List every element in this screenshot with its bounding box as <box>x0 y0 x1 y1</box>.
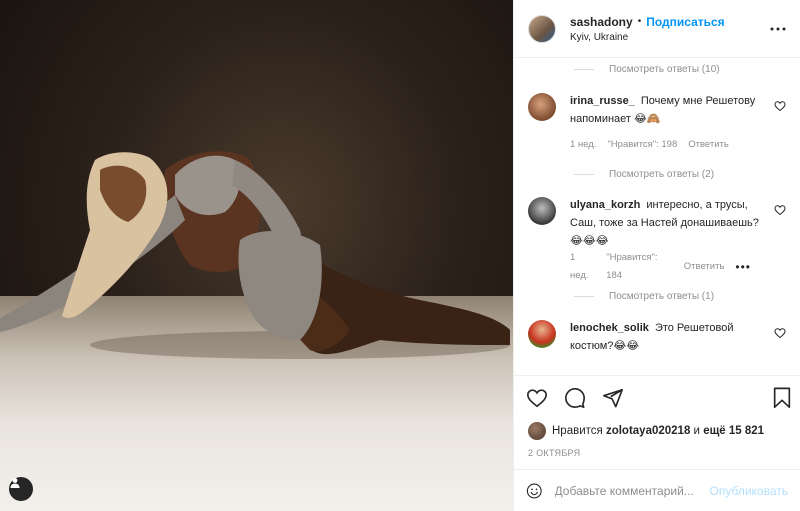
comment-item: irina_russe_ Почему мне Решетову напомин… <box>528 92 786 152</box>
add-comment-bar: Опубликовать <box>514 469 800 511</box>
comment-time[interactable]: 1 нед. <box>570 136 596 154</box>
post-actions <box>514 375 800 419</box>
view-replies-label: Посмотреть ответы (10) <box>609 64 720 75</box>
likes-count[interactable]: ещё 15 821 <box>703 425 764 437</box>
more-options-icon[interactable] <box>768 19 788 39</box>
emoji-icon[interactable] <box>526 480 543 502</box>
comment-body: ulyana_korzh интересно, а трусы, Саш, то… <box>570 196 786 281</box>
comment-like-heart-icon[interactable] <box>774 204 786 216</box>
heart-icon <box>527 388 547 407</box>
instagram-post: sashadony • Подписаться Kyiv, Ukraine По… <box>0 0 800 511</box>
user-tag-button[interactable] <box>9 477 33 501</box>
likes-summary: Нравится zolotaya020218 и ещё 15 821 <box>514 419 800 443</box>
likes-and: и <box>693 425 700 437</box>
comment-meta: 1 нед. "Нравится": 198 Ответить <box>570 138 762 152</box>
comment-meta: 1 нед. "Нравится": 184 Ответить ••• <box>570 252 762 281</box>
view-replies-label: Посмотреть ответы (2) <box>609 169 715 180</box>
comment-like-heart-icon[interactable] <box>774 327 786 339</box>
likes-prefix: Нравится <box>552 425 603 437</box>
author-username[interactable]: sashadony <box>570 15 633 29</box>
author-avatar[interactable] <box>528 14 556 43</box>
comment-button[interactable] <box>564 383 594 413</box>
user-icon <box>10 478 20 488</box>
post-location[interactable]: Kyiv, Ukraine <box>570 32 768 43</box>
replies-line <box>574 69 594 70</box>
comment-likes[interactable]: "Нравится": 198 <box>607 136 677 154</box>
bookmark-icon <box>773 387 791 408</box>
replies-line <box>574 296 594 297</box>
comment-bubble-icon <box>565 387 585 408</box>
publish-button[interactable]: Опубликовать <box>710 484 788 498</box>
save-button[interactable] <box>762 383 792 413</box>
view-replies-link[interactable]: Посмотреть ответы (2) <box>528 164 786 185</box>
follow-button[interactable]: Подписаться <box>646 15 724 29</box>
header-separator: • <box>637 16 642 27</box>
view-replies-link[interactable]: Посмотреть ответы (10) <box>528 59 786 80</box>
author-info: sashadony • Подписаться Kyiv, Ukraine <box>570 15 768 43</box>
post-photo[interactable] <box>0 0 513 511</box>
comment-likes[interactable]: "Нравится": 184 <box>606 249 673 285</box>
liker-username[interactable]: zolotaya020218 <box>606 425 690 437</box>
comment-username[interactable]: irina_russe_ <box>570 95 635 107</box>
commenter-avatar[interactable] <box>528 93 556 121</box>
comment-options-icon[interactable]: ••• <box>735 258 751 276</box>
comment-time[interactable]: 1 нед. <box>570 249 595 285</box>
post-side-panel: sashadony • Подписаться Kyiv, Ukraine По… <box>513 0 800 511</box>
view-replies-link[interactable]: Посмотреть ответы (1) <box>528 286 786 307</box>
reply-button[interactable]: Ответить <box>684 258 725 276</box>
comment-body: lenochek_solik Это Решетовой костюм?😂😂 <box>570 319 786 355</box>
view-replies-label: Посмотреть ответы (1) <box>609 291 715 302</box>
model-figure <box>0 151 510 359</box>
reply-button[interactable]: Ответить <box>688 136 729 154</box>
share-button[interactable] <box>602 383 632 413</box>
comment-item: ulyana_korzh интересно, а трусы, Саш, то… <box>528 196 786 281</box>
comment-like-heart-icon[interactable] <box>774 100 786 112</box>
paper-plane-icon <box>603 388 623 408</box>
commenter-avatar[interactable] <box>528 320 556 348</box>
comment-username[interactable]: lenochek_solik <box>570 322 649 334</box>
post-header: sashadony • Подписаться Kyiv, Ukraine <box>514 0 800 58</box>
comment-username[interactable]: ulyana_korzh <box>570 199 640 211</box>
like-button[interactable] <box>526 383 556 413</box>
replies-line <box>574 174 594 175</box>
commenter-avatar[interactable] <box>528 197 556 225</box>
comment-input[interactable] <box>554 483 710 498</box>
comments-list[interactable]: Посмотреть ответы (10) irina_russe_ Поче… <box>514 58 800 375</box>
liker-avatar[interactable] <box>528 422 546 440</box>
post-date[interactable]: 2 ОКТЯБРЯ <box>514 443 800 469</box>
comment-body: irina_russe_ Почему мне Решетову напомин… <box>570 92 786 152</box>
comment-item: lenochek_solik Это Решетовой костюм?😂😂 <box>528 319 786 355</box>
